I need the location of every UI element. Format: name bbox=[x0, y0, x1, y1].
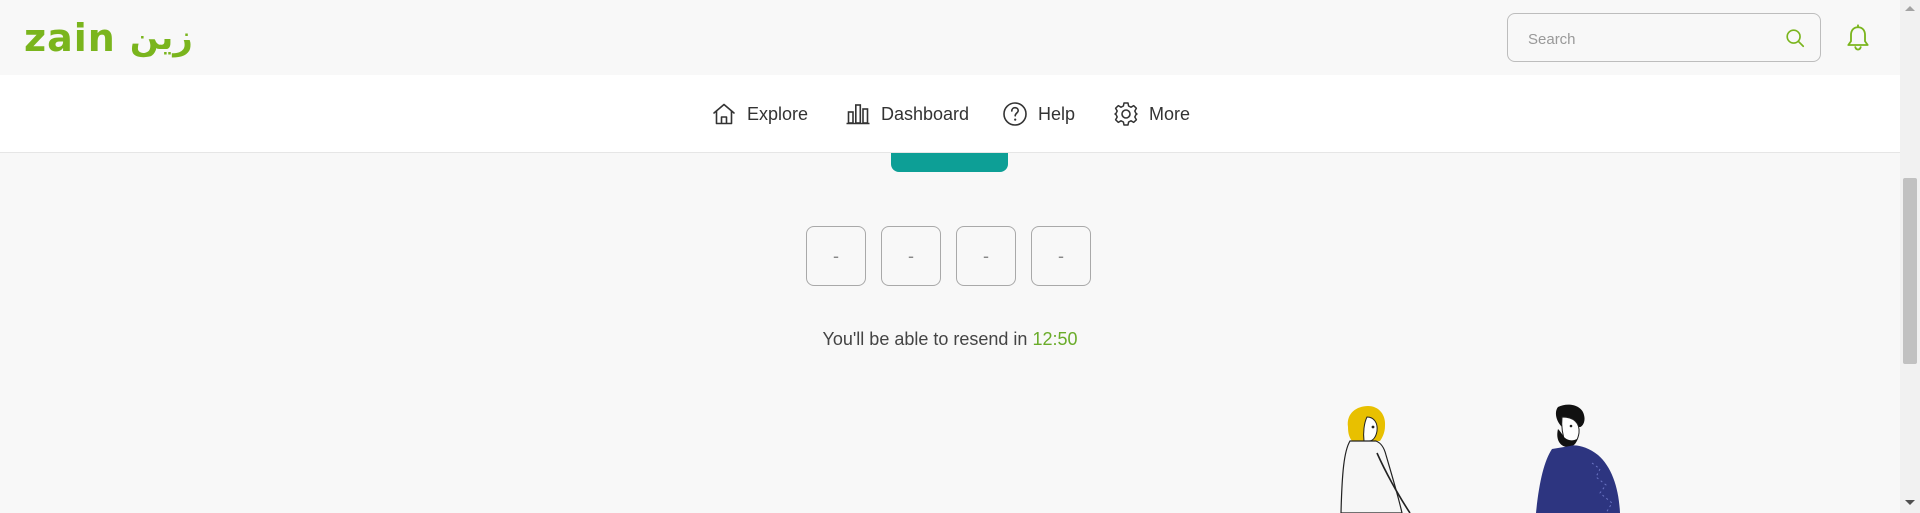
bell-icon[interactable] bbox=[1845, 24, 1871, 52]
top-header: zain زين bbox=[0, 0, 1900, 75]
nav-item-help[interactable]: Help bbox=[1002, 101, 1075, 127]
bar-chart-icon bbox=[846, 104, 870, 125]
question-circle-icon bbox=[1003, 102, 1027, 126]
search-box[interactable] bbox=[1507, 13, 1821, 62]
nav-label-help: Help bbox=[1038, 103, 1076, 124]
zain-logo[interactable]: zain زين bbox=[24, 18, 193, 58]
resend-text: You'll be able to resend in bbox=[822, 329, 1028, 349]
scroll-thumb[interactable] bbox=[1903, 178, 1917, 364]
man-figure bbox=[1536, 404, 1620, 513]
woman-figure bbox=[1340, 406, 1411, 513]
scroll-up-arrow[interactable] bbox=[1905, 6, 1915, 11]
otp-digit-3[interactable]: - bbox=[956, 226, 1016, 286]
nav-label-more: More bbox=[1149, 103, 1191, 124]
otp-digit-2[interactable]: - bbox=[881, 226, 941, 286]
resend-timer: 12:50 bbox=[1032, 329, 1078, 349]
otp-digit-4[interactable]: - bbox=[1031, 226, 1091, 286]
resend-message: You'll be able to resend in 12:50 bbox=[0, 329, 1900, 350]
search-input[interactable] bbox=[1526, 26, 1770, 52]
nav-label-explore: Explore bbox=[747, 103, 809, 124]
search-icon[interactable] bbox=[1784, 27, 1806, 49]
scroll-down-arrow[interactable] bbox=[1905, 500, 1915, 505]
otp-verification-section: - - - - You'll be able to resend in 12:5… bbox=[0, 153, 1900, 513]
verify-button[interactable] bbox=[891, 153, 1008, 172]
people-illustration bbox=[1340, 404, 1620, 513]
logo-text: zain bbox=[24, 16, 116, 60]
nav-label-dashboard: Dashboard bbox=[881, 103, 970, 124]
main-nav: Explore Dashboard Help More bbox=[0, 75, 1900, 153]
nav-item-explore[interactable]: Explore bbox=[711, 101, 808, 127]
home-icon bbox=[713, 103, 735, 125]
gear-icon bbox=[1114, 102, 1138, 126]
otp-digit-1[interactable]: - bbox=[806, 226, 866, 286]
logo-arabic-text: زين bbox=[129, 18, 193, 58]
nav-item-more[interactable]: More bbox=[1113, 101, 1190, 127]
nav-item-dashboard[interactable]: Dashboard bbox=[845, 101, 969, 127]
vertical-scrollbar[interactable] bbox=[1900, 0, 1920, 513]
